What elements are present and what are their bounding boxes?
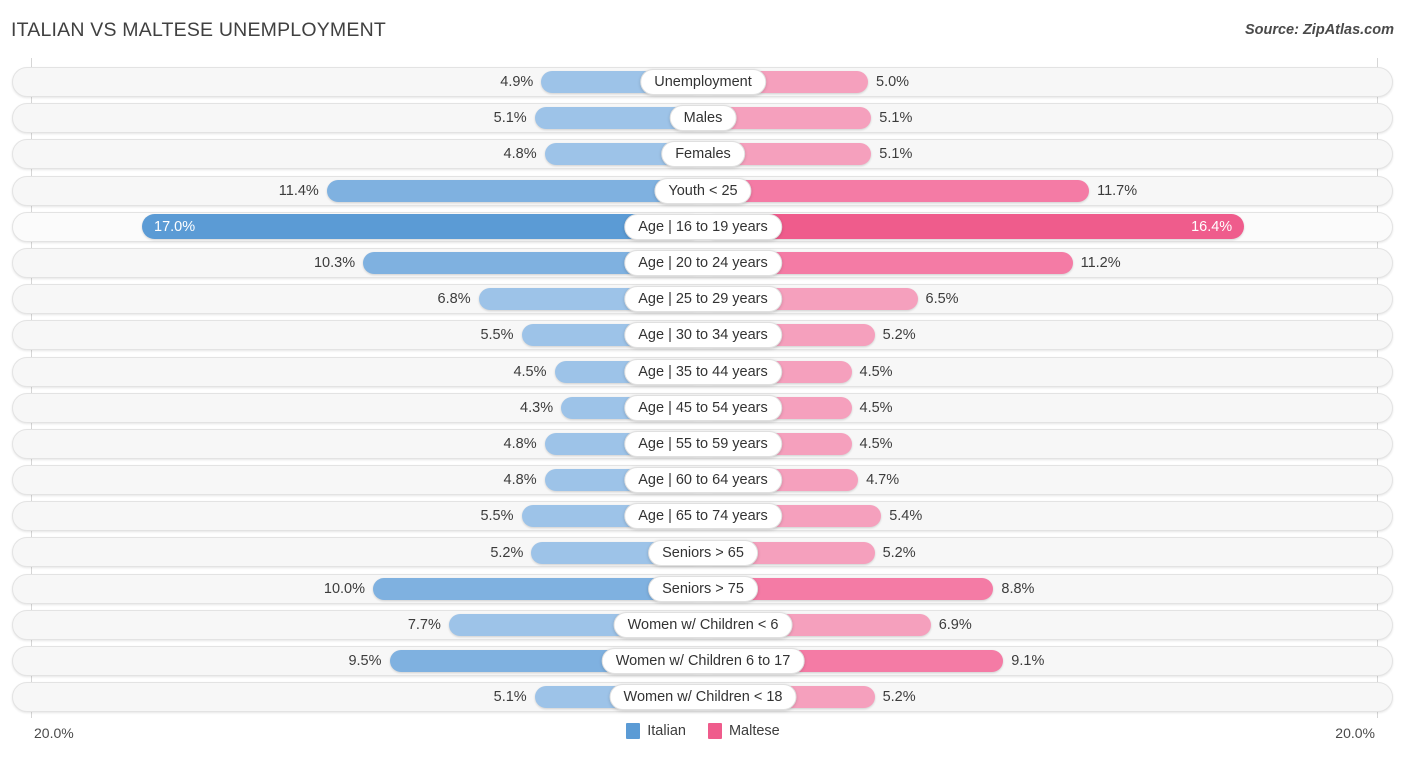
- maltese-value: 8.8%: [1001, 580, 1035, 597]
- italian-value: 5.2%: [490, 544, 524, 561]
- table-row[interactable]: 4.9% 5.0% Unemployment: [0, 64, 1406, 100]
- table-row[interactable]: 5.2% 5.2% Seniors > 65: [0, 534, 1406, 570]
- legend-label: Italian: [647, 723, 686, 739]
- table-row[interactable]: 10.0% 8.8% Seniors > 75: [0, 571, 1406, 607]
- category-label[interactable]: Age | 16 to 19 years: [624, 213, 782, 240]
- table-row[interactable]: 4.3% 4.5% Age | 45 to 54 years: [0, 390, 1406, 426]
- italian-value: 6.8%: [437, 291, 471, 308]
- italian-value: 5.1%: [493, 689, 527, 706]
- category-label[interactable]: Women w/ Children < 18: [609, 684, 797, 711]
- legend-item[interactable]: Italian: [626, 723, 686, 739]
- category-label[interactable]: Age | 65 to 74 years: [624, 503, 782, 530]
- table-row[interactable]: 5.5% 5.2% Age | 30 to 34 years: [0, 317, 1406, 353]
- maltese-bar[interactable]: [703, 179, 1090, 202]
- italian-value: 9.5%: [348, 653, 382, 670]
- italian-value: 5.5%: [480, 327, 514, 344]
- chart-footer: 20.0% 20.0% Italian Maltese: [0, 718, 1406, 757]
- category-label[interactable]: Age | 55 to 59 years: [624, 430, 782, 457]
- maltese-value: 5.2%: [882, 544, 916, 561]
- italian-half: 11.4%: [278, 179, 703, 202]
- category-label[interactable]: Seniors > 65: [648, 539, 758, 566]
- category-label[interactable]: Age | 45 to 54 years: [624, 394, 782, 421]
- maltese-value: 4.5%: [859, 399, 893, 416]
- italian-value: 7.7%: [407, 616, 441, 633]
- category-label[interactable]: Women w/ Children < 6: [613, 611, 793, 638]
- table-row[interactable]: 17.0% 16.4% Age | 16 to 19 years: [0, 209, 1406, 245]
- maltese-value: 5.0%: [876, 74, 910, 91]
- italian-value: 4.3%: [520, 399, 554, 416]
- maltese-value: 5.4%: [889, 508, 923, 525]
- maltese-value: 6.9%: [938, 616, 972, 633]
- maltese-value: 11.2%: [1080, 255, 1121, 272]
- maltese-value: 5.2%: [882, 689, 916, 706]
- table-row[interactable]: 4.5% 4.5% Age | 35 to 44 years: [0, 354, 1406, 390]
- italian-value: 4.8%: [503, 146, 537, 163]
- italian-half: 10.0%: [323, 577, 703, 600]
- table-row[interactable]: 5.5% 5.4% Age | 65 to 74 years: [0, 498, 1406, 534]
- italian-value: 4.8%: [503, 435, 537, 452]
- maltese-value: 5.2%: [882, 327, 916, 344]
- category-label[interactable]: Age | 35 to 44 years: [624, 358, 782, 385]
- maltese-value: 4.7%: [866, 472, 900, 489]
- maltese-value: 4.5%: [859, 363, 893, 380]
- maltese-value: 16.4%: [1191, 218, 1233, 235]
- plot-area: 4.9% 5.0% Unemployment 5.1% 5.1% Males 4.8% 5.1…: [0, 58, 1406, 718]
- category-label[interactable]: Females: [661, 141, 745, 168]
- category-label[interactable]: Age | 25 to 29 years: [624, 286, 782, 313]
- italian-bar[interactable]: [326, 179, 703, 202]
- maltese-value: 5.1%: [879, 146, 913, 163]
- italian-half: 17.0%: [142, 214, 703, 240]
- table-row[interactable]: 4.8% 4.7% Age | 60 to 64 years: [0, 462, 1406, 498]
- table-row[interactable]: 4.8% 5.1% Females: [0, 136, 1406, 172]
- category-label[interactable]: Women w/ Children 6 to 17: [601, 648, 805, 675]
- category-label[interactable]: Males: [669, 105, 737, 132]
- table-row[interactable]: 7.7% 6.9% Women w/ Children < 6: [0, 607, 1406, 643]
- category-label[interactable]: Age | 20 to 24 years: [624, 250, 782, 277]
- legend: Italian Maltese: [0, 723, 1406, 739]
- table-row[interactable]: 5.1% 5.1% Males: [0, 100, 1406, 136]
- table-row[interactable]: 10.3% 11.2% Age | 20 to 24 years: [0, 245, 1406, 281]
- italian-value: 17.0%: [154, 218, 196, 235]
- italian-value: 4.9%: [500, 74, 534, 91]
- table-row[interactable]: 5.1% 5.2% Women w/ Children < 18: [0, 679, 1406, 715]
- italian-value: 10.0%: [323, 580, 365, 597]
- maltese-value: 11.7%: [1097, 182, 1138, 199]
- table-row[interactable]: 4.8% 4.5% Age | 55 to 59 years: [0, 426, 1406, 462]
- maltese-value: 9.1%: [1011, 653, 1045, 670]
- category-label[interactable]: Youth < 25: [654, 177, 752, 204]
- maltese-value: 5.1%: [879, 110, 913, 127]
- legend-item[interactable]: Maltese: [707, 723, 780, 739]
- category-label[interactable]: Age | 60 to 64 years: [624, 467, 782, 494]
- table-row[interactable]: 11.4% 11.7% Youth < 25: [0, 173, 1406, 209]
- category-label[interactable]: Seniors > 75: [648, 575, 758, 602]
- italian-value: 11.4%: [278, 182, 319, 199]
- italian-value: 4.5%: [513, 363, 547, 380]
- maltese-half: 11.7%: [703, 179, 1138, 202]
- italian-value: 10.3%: [313, 255, 356, 272]
- italian-value: 5.1%: [493, 110, 527, 127]
- table-row[interactable]: 9.5% 9.1% Women w/ Children 6 to 17: [0, 643, 1406, 679]
- table-row[interactable]: 6.8% 6.5% Age | 25 to 29 years: [0, 281, 1406, 317]
- legend-swatch-icon: [707, 723, 722, 739]
- category-label[interactable]: Unemployment: [640, 69, 766, 96]
- bar-rows: 4.9% 5.0% Unemployment 5.1% 5.1% Males 4.8% 5.1…: [0, 64, 1406, 715]
- chart-page: ITALIAN VS MALTESE UNEMPLOYMENT Source: …: [0, 0, 1406, 757]
- chart-header: ITALIAN VS MALTESE UNEMPLOYMENT Source: …: [0, 0, 1406, 58]
- legend-swatch-icon: [626, 723, 641, 739]
- italian-bar[interactable]: 17.0%: [142, 214, 703, 240]
- maltese-bar[interactable]: 16.4%: [703, 214, 1245, 240]
- maltese-half: 16.4%: [703, 214, 1245, 240]
- source-attribution: Source: ZipAtlas.com: [1244, 22, 1394, 38]
- maltese-value: 6.5%: [925, 291, 959, 308]
- italian-value: 5.5%: [480, 508, 514, 525]
- category-label[interactable]: Age | 30 to 34 years: [624, 322, 782, 349]
- page-title: ITALIAN VS MALTESE UNEMPLOYMENT: [11, 19, 386, 41]
- italian-value: 4.8%: [503, 472, 537, 489]
- maltese-value: 4.5%: [859, 435, 893, 452]
- legend-label: Maltese: [728, 723, 780, 739]
